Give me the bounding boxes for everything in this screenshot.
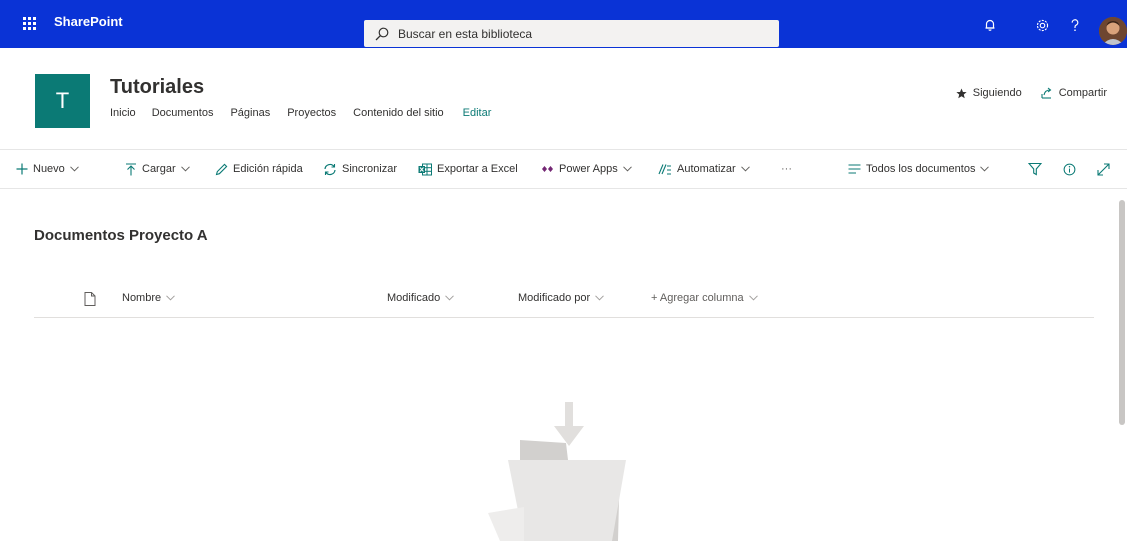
view-list-icon [848,164,861,174]
file-type-column[interactable] [84,292,96,306]
site-title[interactable]: Tutoriales [110,76,204,99]
flow-icon [658,163,672,176]
export-excel-button[interactable]: Exportar a Excel [418,150,518,188]
sync-button[interactable]: Sincronizar [323,150,397,188]
nav-item-inicio[interactable]: Inicio [110,107,136,119]
sync-label: Sincronizar [342,163,398,175]
chevron-down-icon [166,295,175,301]
share-button[interactable]: Compartir [1041,87,1107,99]
expand-icon[interactable] [1097,150,1110,188]
column-header-row: Nombre Modificado Modificado por + Agreg… [34,285,1094,318]
chevron-down-icon [595,295,605,301]
vertical-scrollbar[interactable] [1117,190,1127,541]
new-button[interactable]: Nuevo [16,150,79,188]
info-icon[interactable] [1063,150,1076,188]
star-icon [956,87,967,98]
more-options-button[interactable]: ··· [781,150,792,188]
search-box[interactable] [364,20,779,47]
column-modified-label: Modificado [387,292,441,304]
plus-icon [16,163,28,175]
gear-icon[interactable] [1031,14,1053,36]
scrollbar-thumb[interactable] [1119,200,1125,425]
chevron-down-icon [980,166,990,172]
chevron-down-icon [740,166,750,172]
view-switcher[interactable]: Todos los documentos [848,150,990,188]
nav-item-contenido-del-sitio[interactable]: Contenido del sitio [353,107,444,119]
chevron-down-icon [748,295,758,301]
column-name[interactable]: Nombre [122,292,175,304]
add-column-label: + Agregar columna [651,292,744,304]
pencil-icon [215,163,228,176]
nav-item-paginas[interactable]: Páginas [230,107,270,119]
column-modified-by[interactable]: Modificado por [518,292,605,304]
add-column-button[interactable]: + Agregar columna [651,292,758,304]
quick-edit-button[interactable]: Edición rápida [215,150,303,188]
site-logo[interactable]: T [35,74,90,128]
avatar[interactable] [1099,17,1127,45]
upload-label: Cargar [142,163,176,175]
help-icon[interactable] [1064,14,1086,36]
share-icon [1041,87,1052,99]
view-label: Todos los documentos [866,163,976,175]
nav-item-proyectos[interactable]: Proyectos [287,107,336,119]
power-apps-icon [541,164,554,174]
search-icon [375,27,389,40]
empty-folder-illustration [488,402,626,541]
app-launcher-icon[interactable] [17,11,41,35]
follow-button[interactable]: Siguiendo [956,87,1022,99]
column-modified-by-label: Modificado por [518,292,591,304]
sync-icon [323,163,337,176]
automate-button[interactable]: Automatizar [658,150,750,188]
column-name-label: Nombre [122,292,162,304]
document-icon [84,292,96,306]
quick-edit-label: Edición rápida [233,163,303,175]
share-label: Compartir [1058,87,1107,99]
export-excel-label: Exportar a Excel [437,163,518,175]
chevron-down-icon [180,166,190,172]
command-bar: Nuevo Cargar Edición rápida Sincronizar … [0,149,1127,189]
chevron-down-icon [622,166,632,172]
filter-icon[interactable] [1028,150,1042,188]
suite-bar: SharePoint [0,0,1127,48]
automate-label: Automatizar [677,163,736,175]
site-actions: Siguiendo Compartir [956,87,1107,99]
chevron-down-icon [69,166,79,172]
search-input[interactable] [398,26,758,41]
new-label: Nuevo [33,163,65,175]
column-modified[interactable]: Modificado [387,292,455,304]
follow-label: Siguiendo [972,87,1022,99]
excel-icon [418,163,432,176]
power-apps-label: Power Apps [559,163,618,175]
bell-icon[interactable] [979,14,1001,36]
site-navigation: Inicio Documentos Páginas Proyectos Cont… [110,107,491,119]
nav-item-documentos[interactable]: Documentos [152,107,214,119]
upload-button[interactable]: Cargar [125,150,190,188]
brand-link[interactable]: SharePoint [54,14,123,29]
library-title: Documentos Proyecto A [34,227,208,244]
chevron-down-icon [445,295,455,301]
power-apps-button[interactable]: Power Apps [541,150,632,188]
upload-icon [125,162,137,176]
nav-item-editar[interactable]: Editar [463,107,492,119]
